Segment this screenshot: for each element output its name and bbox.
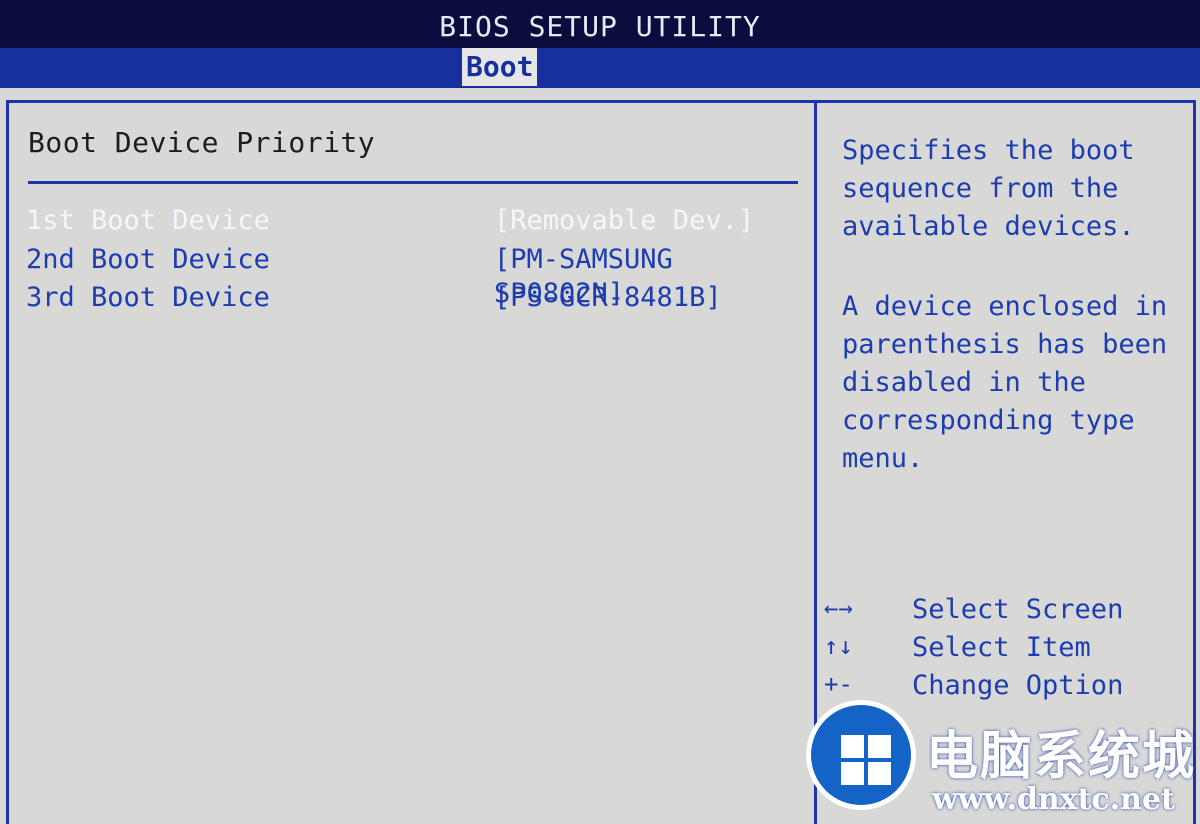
help-line: corresponding type [842, 405, 1135, 436]
key-legend: ←→ Select Screen ↑↓ Select Item +- Chang… [824, 594, 1194, 708]
help-line: disabled in the [842, 367, 1086, 398]
help-text-1: Specifies the boot sequence from the ava… [842, 132, 1182, 246]
help-line: available devices. [842, 211, 1135, 242]
key-description: Select Screen [912, 594, 1124, 625]
windows-logo-icon [806, 700, 916, 810]
help-text-2: A device enclosed in parenthesis has bee… [842, 288, 1182, 478]
watermark: 电脑系统城 www.dnxtc.net [806, 700, 1200, 824]
boot-device-label: 1st Boot Device [26, 205, 270, 236]
key-description: Change Option [912, 670, 1124, 701]
help-line: A device enclosed in [842, 291, 1168, 322]
window-title: BIOS SETUP UTILITY [439, 10, 761, 43]
key-legend-row: ↑↓ Select Item [824, 632, 1194, 670]
boot-device-label: 3rd Boot Device [26, 282, 270, 313]
help-line: menu. [842, 443, 924, 474]
boot-device-row-1[interactable]: 1st Boot Device [Removable Dev.] [26, 204, 796, 238]
key-legend-row: ←→ Select Screen [824, 594, 1194, 632]
boot-device-row-2[interactable]: 2nd Boot Device [PM-SAMSUNG SP0802N] [26, 243, 796, 309]
watermark-name: 电脑系统城 [926, 727, 1197, 787]
boot-device-value[interactable]: [Removable Dev.] [494, 204, 754, 238]
boot-device-value[interactable]: [PS-GCR-8481B] [494, 281, 722, 315]
arrow-up-down-icon: ↑↓ [824, 632, 853, 660]
arrow-left-right-icon: ←→ [824, 594, 853, 622]
boot-device-label: 2nd Boot Device [26, 244, 270, 275]
tab-boot[interactable]: Boot [462, 48, 538, 86]
title-bar: BIOS SETUP UTILITY [0, 0, 1200, 48]
section-title: Boot Device Priority [28, 126, 376, 159]
help-line: Specifies the boot [842, 135, 1135, 166]
section-divider [28, 181, 798, 184]
tab-bar [0, 48, 1200, 88]
bios-screen: BIOS SETUP UTILITY Boot Boot Device Prio… [0, 0, 1200, 824]
key-description: Select Item [912, 632, 1091, 663]
help-line: sequence from the [842, 173, 1119, 204]
watermark-url: www.dnxtc.net [932, 782, 1175, 817]
help-line: parenthesis has been [842, 329, 1168, 360]
boot-device-row-3[interactable]: 3rd Boot Device [PS-GCR-8481B] [26, 281, 796, 315]
plus-minus-icon: +- [824, 670, 853, 698]
